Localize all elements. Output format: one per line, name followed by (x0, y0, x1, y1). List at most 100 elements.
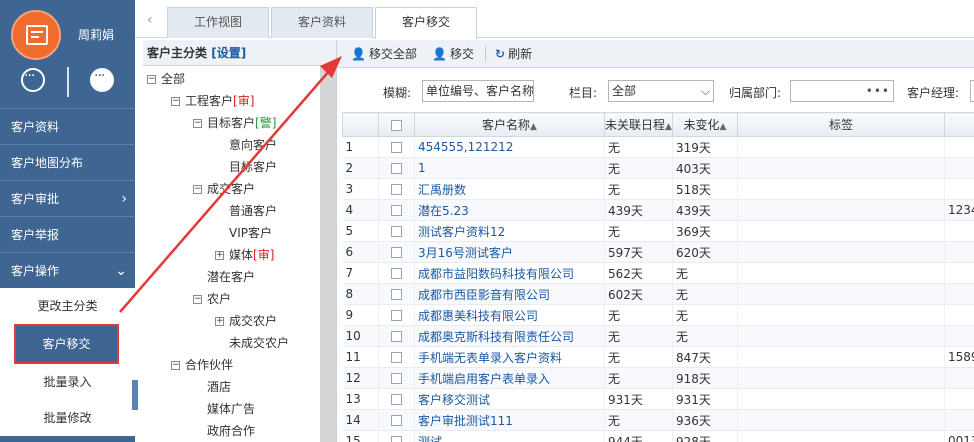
row-checkbox[interactable] (391, 436, 402, 442)
row-checkbox-cell[interactable] (378, 346, 415, 368)
sidebar-collapse-handle[interactable] (132, 380, 138, 410)
collapse-icon[interactable]: − (193, 119, 202, 128)
collapse-icon[interactable]: − (147, 75, 156, 84)
col-unchanged[interactable]: 未变化▲ (672, 112, 738, 137)
ellipsis-icon[interactable]: ••• (866, 81, 890, 101)
customer-name-cell[interactable]: 3月16号测试客户 (414, 241, 605, 263)
table-row[interactable]: 10 成都奥克斯科技有限责任公司无无 (342, 325, 974, 347)
tree-node[interactable]: + 成交农户 (143, 310, 321, 332)
collapse-icon[interactable]: − (193, 185, 202, 194)
row-checkbox-cell[interactable] (378, 241, 415, 263)
tab-customer-info[interactable]: 客户资料 (271, 7, 373, 38)
table-row[interactable]: 13 客户移交测试 931天 931天 (342, 388, 974, 410)
table-row[interactable]: 7 成都市益阳数码科技有限公司 562天无 (342, 262, 974, 284)
manager-input[interactable] (970, 80, 974, 102)
tree-node[interactable]: 潜在客户 (143, 266, 321, 288)
table-row[interactable]: 14 客户审批测试111 无 936天 (342, 409, 974, 431)
sidebar-subitem[interactable]: 更改主分类 (0, 288, 135, 324)
row-checkbox-cell[interactable] (378, 325, 415, 347)
tree-scrollbar[interactable] (320, 66, 336, 442)
row-checkbox-cell[interactable] (378, 262, 415, 284)
collapse-icon[interactable]: − (171, 361, 180, 370)
transfer-all-button[interactable]: 👤 移交全部 (351, 45, 417, 63)
row-checkbox-cell[interactable] (378, 388, 415, 410)
row-checkbox-cell[interactable] (378, 178, 415, 200)
avatar[interactable] (11, 10, 61, 60)
transfer-button[interactable]: 👤 移交 (432, 45, 474, 63)
customer-name-cell[interactable]: 1 (414, 157, 605, 179)
tree-node[interactable]: 媒体广告 (143, 398, 321, 420)
expand-icon[interactable]: + (215, 317, 224, 326)
col-unlinked-schedule[interactable]: 未关联日程▲ (604, 112, 673, 137)
row-checkbox[interactable] (391, 184, 402, 195)
table-row[interactable]: 2 1 无 403天 (342, 157, 974, 179)
customer-name-cell[interactable]: 客户移交测试 (414, 388, 605, 410)
row-checkbox[interactable] (391, 289, 402, 300)
customer-name-cell[interactable]: 成都奥克斯科技有限责任公司 (414, 325, 605, 347)
table-row[interactable]: 6 3月16号测试客户 597天 620天 (342, 241, 974, 263)
customer-name-cell[interactable]: 汇禹册数 (414, 178, 605, 200)
table-row[interactable]: 15 测试944天928天 0013 (342, 430, 974, 442)
message-icon[interactable] (90, 68, 114, 92)
row-checkbox[interactable] (391, 205, 402, 216)
row-checkbox-cell[interactable] (378, 283, 415, 305)
fuzzy-search-input[interactable]: 单位编号、客户名称 (422, 80, 534, 102)
row-checkbox-cell[interactable] (378, 136, 415, 158)
tab-customer-transfer[interactable]: 客户移交 (375, 7, 477, 39)
collapse-icon[interactable]: − (171, 97, 180, 106)
customer-name-cell[interactable]: 成都惠美科技有限公司 (414, 304, 605, 326)
row-checkbox-cell[interactable] (378, 220, 415, 242)
table-row[interactable]: 12 手机端启用客户表单录入无 918天 (342, 367, 974, 389)
row-checkbox[interactable] (391, 331, 402, 342)
row-checkbox-cell[interactable] (378, 367, 415, 389)
collapse-icon[interactable]: − (193, 295, 202, 304)
customer-name-cell[interactable]: 手机端启用客户表单录入 (414, 367, 605, 389)
row-checkbox-cell[interactable] (378, 409, 415, 431)
tree-node[interactable]: 政府合作 (143, 420, 321, 442)
sidebar-subitem-active[interactable]: 客户移交 (14, 324, 119, 364)
tree-node[interactable]: 意向客户 (143, 134, 321, 156)
chat-bubble-icon[interactable] (21, 68, 45, 92)
refresh-button[interactable]: ↻ 刷新 (495, 45, 532, 63)
row-checkbox[interactable] (391, 415, 402, 426)
row-checkbox-cell[interactable] (378, 304, 415, 326)
tree-node[interactable]: 普通客户 (143, 200, 321, 222)
table-row[interactable]: 11 手机端无表单录入客户资料无847天 1589 (342, 346, 974, 368)
tree-node[interactable]: − 农户 (143, 288, 321, 310)
sidebar-item[interactable]: 客户地图分布 (0, 144, 135, 180)
customer-name-cell[interactable]: 成都市西臣影音有限公司 (414, 283, 605, 305)
department-input[interactable]: ••• (790, 80, 894, 102)
table-row[interactable]: 3 汇禹册数无 518天 (342, 178, 974, 200)
tree-node[interactable]: 目标客户 (143, 156, 321, 178)
table-row[interactable]: 4潜在5.23439天439天1234 (342, 199, 974, 221)
column-select[interactable]: 全部 ⌵ (608, 80, 714, 102)
tree-node[interactable]: − 全部 (143, 68, 321, 90)
col-customer-name[interactable]: 客户名称▲ (414, 112, 605, 137)
customer-name-cell[interactable]: 454555,121212 (414, 136, 605, 158)
tree-node[interactable]: 酒店 (143, 376, 321, 398)
tree-settings-link[interactable]: [设置] (211, 46, 246, 60)
customer-name-cell[interactable]: 成都市益阳数码科技有限公司 (414, 262, 605, 284)
row-checkbox[interactable] (391, 268, 402, 279)
tab-work-view[interactable]: 工作视图 (167, 7, 269, 38)
row-checkbox[interactable] (391, 352, 402, 363)
table-row[interactable]: 1 454555,121212 无 319天 (342, 136, 974, 158)
customer-name-cell[interactable]: 测试客户资料12 (414, 220, 605, 242)
expand-icon[interactable]: + (215, 251, 224, 260)
row-checkbox[interactable] (391, 394, 402, 405)
row-checkbox-cell[interactable] (378, 199, 415, 221)
select-all-checkbox[interactable] (391, 119, 402, 131)
customer-name-cell[interactable]: 潜在5.23 (414, 199, 605, 221)
tree-node[interactable]: − 工程客户[审] (143, 90, 321, 112)
row-checkbox[interactable] (391, 142, 402, 153)
tab-scroll-left-icon[interactable]: ‹ (147, 12, 153, 28)
row-checkbox-cell[interactable] (378, 430, 415, 442)
tree-node[interactable]: − 合作伙伴 (143, 354, 321, 376)
col-tags[interactable]: 标签 (737, 112, 945, 137)
customer-name-cell[interactable]: 客户审批测试111 (414, 409, 605, 431)
sidebar-item[interactable]: 客户举报 (0, 216, 135, 252)
tree-node[interactable]: − 目标客户[警] (143, 112, 321, 134)
sidebar-item[interactable]: 客户审批 › (0, 180, 135, 216)
row-checkbox[interactable] (391, 226, 402, 237)
table-row[interactable]: 5 测试客户资料12 无 369天 (342, 220, 974, 242)
